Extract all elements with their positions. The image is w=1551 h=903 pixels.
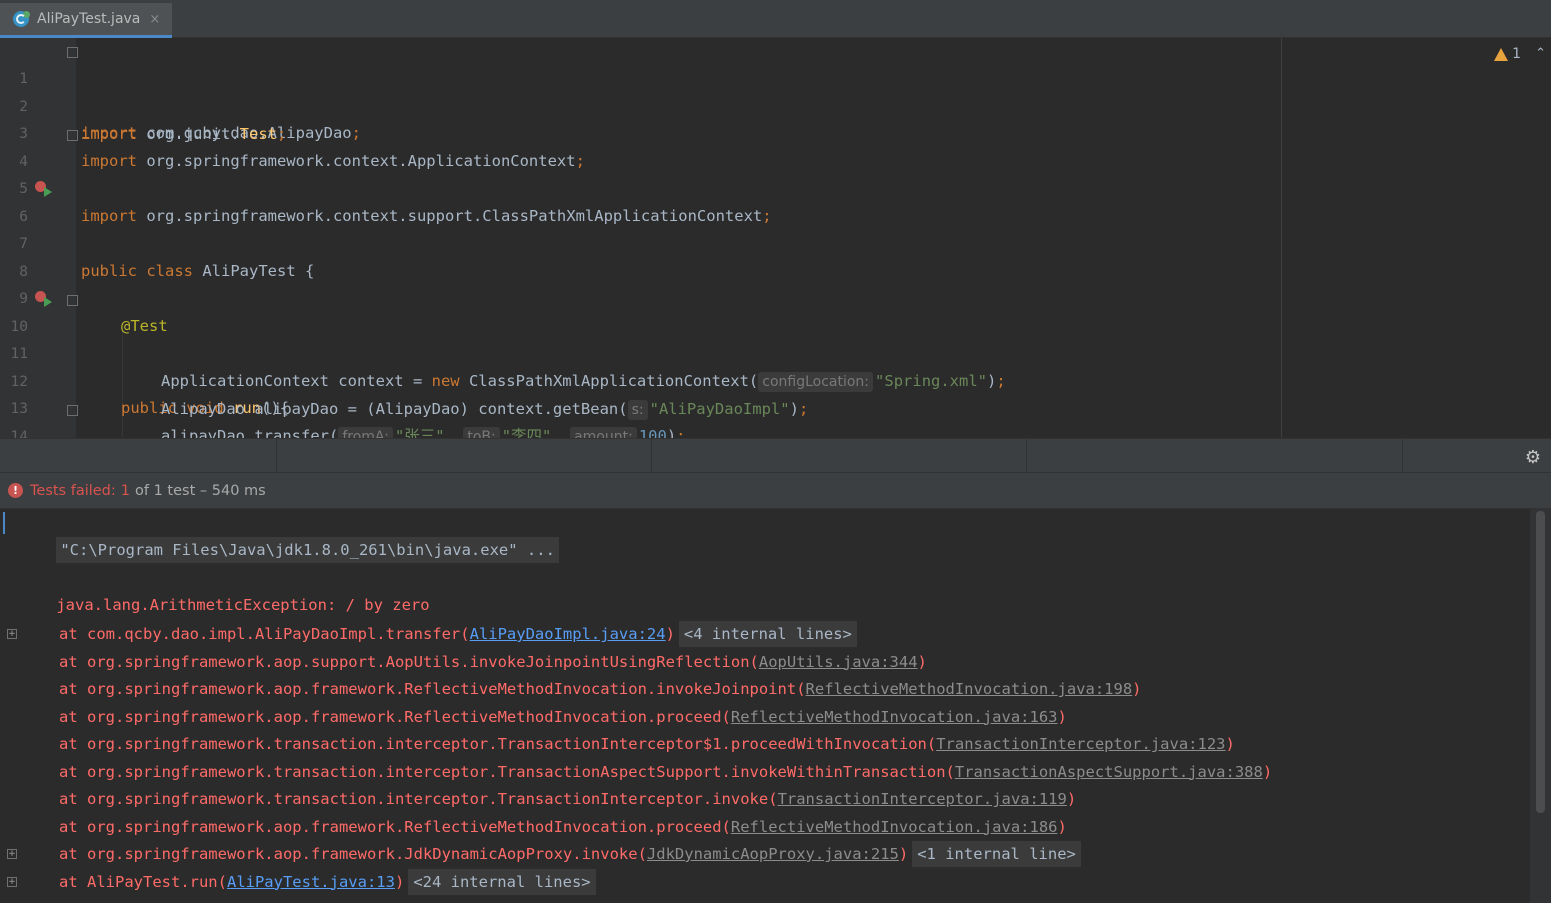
test-summary: of 1 test – 540 ms bbox=[135, 482, 266, 499]
source-link[interactable]: JdkDynamicAopProxy.java:215 bbox=[647, 845, 899, 863]
frame-method: at org.springframework.aop.support.AopUt… bbox=[59, 652, 759, 671]
frame-method: at org.springframework.aop.framework.Ref… bbox=[59, 707, 731, 726]
code-line: 15 bbox=[0, 424, 1551, 438]
vertical-scrollbar[interactable] bbox=[1536, 511, 1545, 813]
frame-method: at org.springframework.aop.framework.Jdk… bbox=[59, 845, 647, 863]
source-link[interactable]: ReflectiveMethodInvocation.java:186 bbox=[731, 818, 1058, 836]
stack-frame: at org.springframework.transaction.inter… bbox=[59, 759, 1272, 785]
close-paren: ) bbox=[1066, 790, 1077, 808]
source-link[interactable]: TransactionInterceptor.java:119 bbox=[778, 790, 1067, 808]
expand-icon[interactable]: + bbox=[7, 629, 17, 639]
fold-icon[interactable] bbox=[67, 129, 78, 141]
fold-icon[interactable] bbox=[67, 404, 78, 416]
frame-method: at org.springframework.aop.framework.Ref… bbox=[59, 680, 806, 698]
expand-icon[interactable]: + bbox=[7, 876, 17, 887]
stack-frame: at org.springframework.aop.framework.Ref… bbox=[59, 704, 1067, 730]
java-class-icon bbox=[13, 11, 30, 27]
close-paren: ) bbox=[1132, 680, 1142, 698]
stack-frame: at org.springframework.aop.framework.Jdk… bbox=[59, 841, 1081, 867]
fold-icon[interactable] bbox=[67, 294, 78, 306]
internal-lines-fold[interactable]: <24 internal lines> bbox=[408, 868, 596, 895]
divider bbox=[276, 439, 277, 474]
close-paren: ) bbox=[394, 872, 405, 891]
run-test-icon[interactable] bbox=[35, 180, 53, 199]
code-editor[interactable]: 1 ⌃ 1 import com.qcby.dao.AlipayDao; 2 i… bbox=[0, 38, 1551, 438]
code-line: 5 bbox=[0, 149, 1551, 197]
divider bbox=[1402, 439, 1403, 474]
code-line: 11 ApplicationContext context = new Clas… bbox=[0, 314, 1551, 392]
source-link[interactable]: TransactionInterceptor.java:123 bbox=[936, 735, 1225, 753]
internal-lines-fold[interactable]: <4 internal lines> bbox=[678, 621, 857, 647]
code-line: 13 alipayDao.transfer(fromA: "张三", toB: "李… bbox=[0, 369, 1551, 438]
source-link[interactable]: TransactionAspectSupport.java:388 bbox=[955, 763, 1263, 781]
frame-method: at com.qcby.dao.impl.AliPayDaoImpl.trans… bbox=[59, 625, 470, 643]
divider bbox=[1026, 439, 1027, 474]
source-link[interactable]: AliPayTest.java:13 bbox=[227, 873, 395, 891]
divider bbox=[651, 439, 652, 474]
source-link[interactable]: ReflectiveMethodInvocation.java:198 bbox=[806, 680, 1133, 698]
code-line: 1 import com.qcby.dao.AlipayDao; bbox=[0, 39, 1551, 142]
frame-method: at AliPayTest.run( bbox=[59, 872, 227, 891]
gear-icon[interactable]: ⚙ bbox=[1525, 447, 1541, 468]
code-line: 12 AlipayDao alipayDao = (AlipayDao) con… bbox=[0, 342, 1551, 420]
console-output[interactable]: "C:\Program Files\Java\jdk1.8.0_261\bin\… bbox=[0, 509, 1551, 903]
code-line: 10 public void run(){ bbox=[0, 287, 1551, 417]
stack-frame: at org.springframework.transaction.inter… bbox=[59, 786, 1076, 812]
frame-method: at org.springframework.transaction.inter… bbox=[59, 762, 955, 781]
fold-icon[interactable] bbox=[67, 47, 78, 58]
code-line: 14 } bbox=[0, 397, 1551, 438]
run-tool-window-header: ⚙ bbox=[0, 438, 1551, 474]
caret-marker bbox=[3, 512, 5, 534]
test-status-bar: ! Tests failed: 1 of 1 test – 540 ms bbox=[0, 473, 1551, 509]
stack-frame: at org.springframework.aop.framework.Ref… bbox=[59, 814, 1067, 840]
close-paren: ) bbox=[665, 625, 675, 643]
command-line[interactable]: "C:\Program Files\Java\jdk1.8.0_261\bin\… bbox=[56, 537, 559, 563]
stack-frame: at AliPayTest.run(AliPayTest.java:13) <24… bbox=[59, 868, 596, 895]
source-link[interactable]: AliPayDaoImpl.java:24 bbox=[470, 625, 666, 643]
exception-message: java.lang.ArithmeticException: / by zero bbox=[56, 596, 430, 614]
code-line: 2 import org.junit.Test; bbox=[0, 67, 1551, 143]
close-paren: ) bbox=[898, 845, 909, 863]
frame-method: at org.springframework.aop.framework.Ref… bbox=[59, 817, 731, 836]
frame-method: at org.springframework.transaction.inter… bbox=[59, 735, 937, 753]
failed-count: 1 bbox=[120, 482, 131, 499]
code-line: 6 public class AliPayTest { bbox=[0, 177, 1551, 280]
close-paren: ) bbox=[1057, 817, 1067, 836]
expand-icon[interactable]: + bbox=[7, 849, 17, 859]
source-link[interactable]: ReflectiveMethodInvocation.java:163 bbox=[731, 708, 1058, 726]
code-line: 7 bbox=[0, 204, 1551, 252]
editor-tab-bar: AliPayTest.java × bbox=[0, 0, 1551, 38]
code-line: 8 bbox=[0, 232, 1551, 280]
source-link[interactable]: AopUtils.java:344 bbox=[759, 653, 918, 671]
close-icon[interactable]: × bbox=[149, 12, 160, 27]
error-icon: ! bbox=[8, 483, 23, 498]
tab-alipaytest-java[interactable]: AliPayTest.java × bbox=[0, 3, 172, 38]
tab-label: AliPayTest.java bbox=[37, 11, 141, 27]
stack-frame: at org.springframework.aop.support.AopUt… bbox=[59, 649, 927, 675]
stack-frame: at org.springframework.transaction.inter… bbox=[59, 731, 1235, 757]
frame-method: at org.springframework.transaction.inter… bbox=[59, 790, 778, 808]
close-paren: ) bbox=[917, 652, 927, 671]
close-paren: ) bbox=[1262, 762, 1273, 781]
stack-frame: at org.springframework.aop.framework.Ref… bbox=[59, 676, 1142, 702]
code-line: 9 @Test bbox=[0, 259, 1551, 335]
close-paren: ) bbox=[1057, 707, 1067, 726]
stack-frame: at com.qcby.dao.impl.AliPayDaoImpl.trans… bbox=[59, 621, 857, 647]
close-paren: ) bbox=[1225, 735, 1235, 753]
internal-lines-fold[interactable]: <1 internal line> bbox=[912, 841, 1081, 867]
test-status-label: Tests failed: bbox=[30, 482, 116, 499]
run-test-icon[interactable] bbox=[35, 290, 53, 309]
code-line: 4 import org.springframework.context.sup… bbox=[0, 122, 1551, 225]
code-line: 3 import org.springframework.context.App… bbox=[0, 94, 1551, 170]
